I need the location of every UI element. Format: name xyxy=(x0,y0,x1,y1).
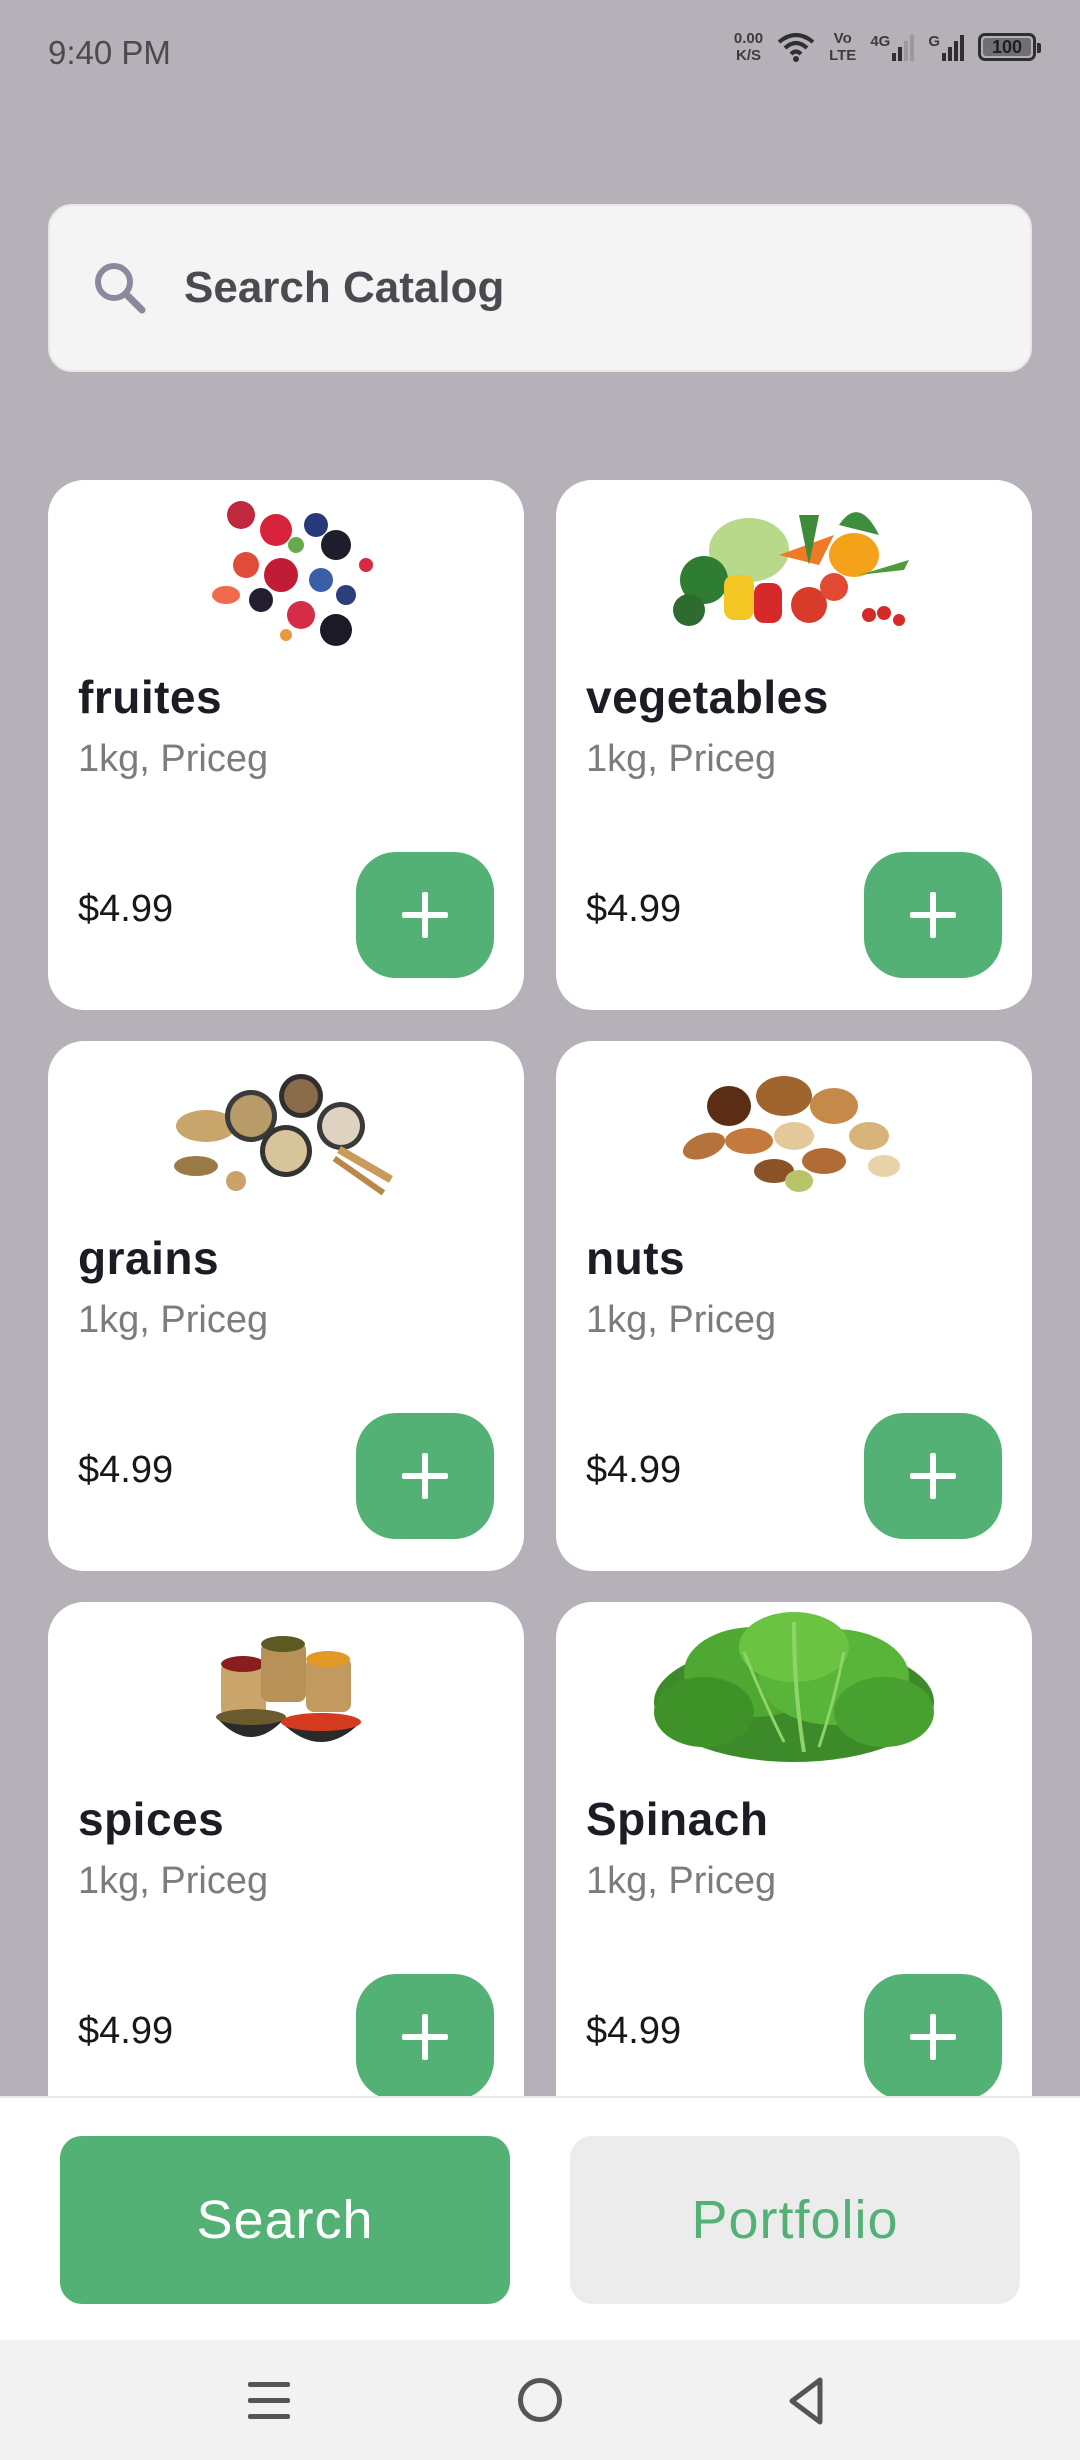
plus-icon xyxy=(910,1453,956,1499)
product-price: $4.99 xyxy=(586,2010,682,2052)
network-speed: 0.00 K/S xyxy=(733,30,764,64)
product-card[interactable]: grains 1kg, Priceg $4.99 xyxy=(48,1041,524,1571)
spices-image xyxy=(48,1612,524,1772)
product-card[interactable]: Spinach 1kg, Priceg $4.99 xyxy=(556,1602,1032,2096)
add-to-cart-button[interactable] xyxy=(356,1413,494,1539)
search-button[interactable]: Search xyxy=(60,2136,510,2304)
add-to-cart-button[interactable] xyxy=(864,1974,1002,2096)
product-card[interactable]: fruites 1kg, Priceg $4.99 xyxy=(48,480,524,1010)
product-name: Spinach xyxy=(586,1793,769,1845)
vegetables-image xyxy=(556,490,1032,650)
add-to-cart-button[interactable] xyxy=(356,852,494,978)
add-to-cart-button[interactable] xyxy=(356,1974,494,2096)
product-name: nuts xyxy=(586,1232,686,1284)
product-price: $4.99 xyxy=(586,1449,682,1491)
search-input[interactable]: Search Catalog xyxy=(48,204,1032,372)
product-unit: 1kg, Priceg xyxy=(586,1299,777,1341)
product-name: fruites xyxy=(78,671,223,723)
product-unit: 1kg, Priceg xyxy=(78,1299,269,1341)
product-name: grains xyxy=(78,1232,220,1284)
wifi-icon xyxy=(777,33,815,62)
product-unit: 1kg, Priceg xyxy=(78,738,269,780)
product-price: $4.99 xyxy=(78,888,174,930)
system-navigation-bar xyxy=(0,2340,1080,2460)
signal-bars-icon xyxy=(892,35,915,61)
product-price: $4.99 xyxy=(586,888,682,930)
plus-icon xyxy=(910,2014,956,2060)
spinach-image xyxy=(556,1612,1032,1772)
bottom-action-bar: Search Portfolio xyxy=(0,2096,1080,2340)
signal-g: G xyxy=(928,33,964,61)
portfolio-button[interactable]: Portfolio xyxy=(570,2136,1020,2304)
product-name: spices xyxy=(78,1793,225,1845)
product-price: $4.99 xyxy=(78,2010,174,2052)
signal-4g: 4G xyxy=(870,33,915,61)
battery-icon: 100 xyxy=(978,33,1041,61)
product-card[interactable]: spices 1kg, Priceg $4.99 xyxy=(48,1602,524,2096)
plus-icon xyxy=(402,892,448,938)
recent-apps-icon[interactable] xyxy=(248,2382,290,2420)
status-time: 9:40 PM xyxy=(48,34,171,71)
product-card[interactable]: vegetables 1kg, Priceg $4.99 xyxy=(556,480,1032,1010)
back-icon[interactable] xyxy=(786,2376,826,2426)
status-bar: 9:40 PM 0.00 K/S Vo LTE 4G G 100 xyxy=(0,0,1080,110)
add-to-cart-button[interactable] xyxy=(864,852,1002,978)
add-to-cart-button[interactable] xyxy=(864,1413,1002,1539)
status-icons: 0.00 K/S Vo LTE 4G G 100 xyxy=(733,30,1041,64)
nuts-image xyxy=(556,1051,1032,1211)
plus-icon xyxy=(910,892,956,938)
home-icon[interactable] xyxy=(518,2378,562,2422)
product-unit: 1kg, Priceg xyxy=(78,1860,269,1902)
signal-bars-icon xyxy=(942,35,964,61)
grains-image xyxy=(48,1051,524,1211)
plus-icon xyxy=(402,1453,448,1499)
volte-indicator: Vo LTE xyxy=(829,30,857,64)
product-unit: 1kg, Priceg xyxy=(586,738,777,780)
plus-icon xyxy=(402,2014,448,2060)
product-card[interactable]: nuts 1kg, Priceg $4.99 xyxy=(556,1041,1032,1571)
search-icon xyxy=(95,263,146,314)
product-unit: 1kg, Priceg xyxy=(586,1860,777,1902)
mixed-berries-image xyxy=(48,490,524,650)
search-placeholder: Search Catalog xyxy=(184,263,505,312)
product-grid: fruites 1kg, Priceg $4.99 vegetables 1kg… xyxy=(0,480,1080,2096)
product-price: $4.99 xyxy=(78,1449,174,1491)
product-name: vegetables xyxy=(586,671,829,723)
